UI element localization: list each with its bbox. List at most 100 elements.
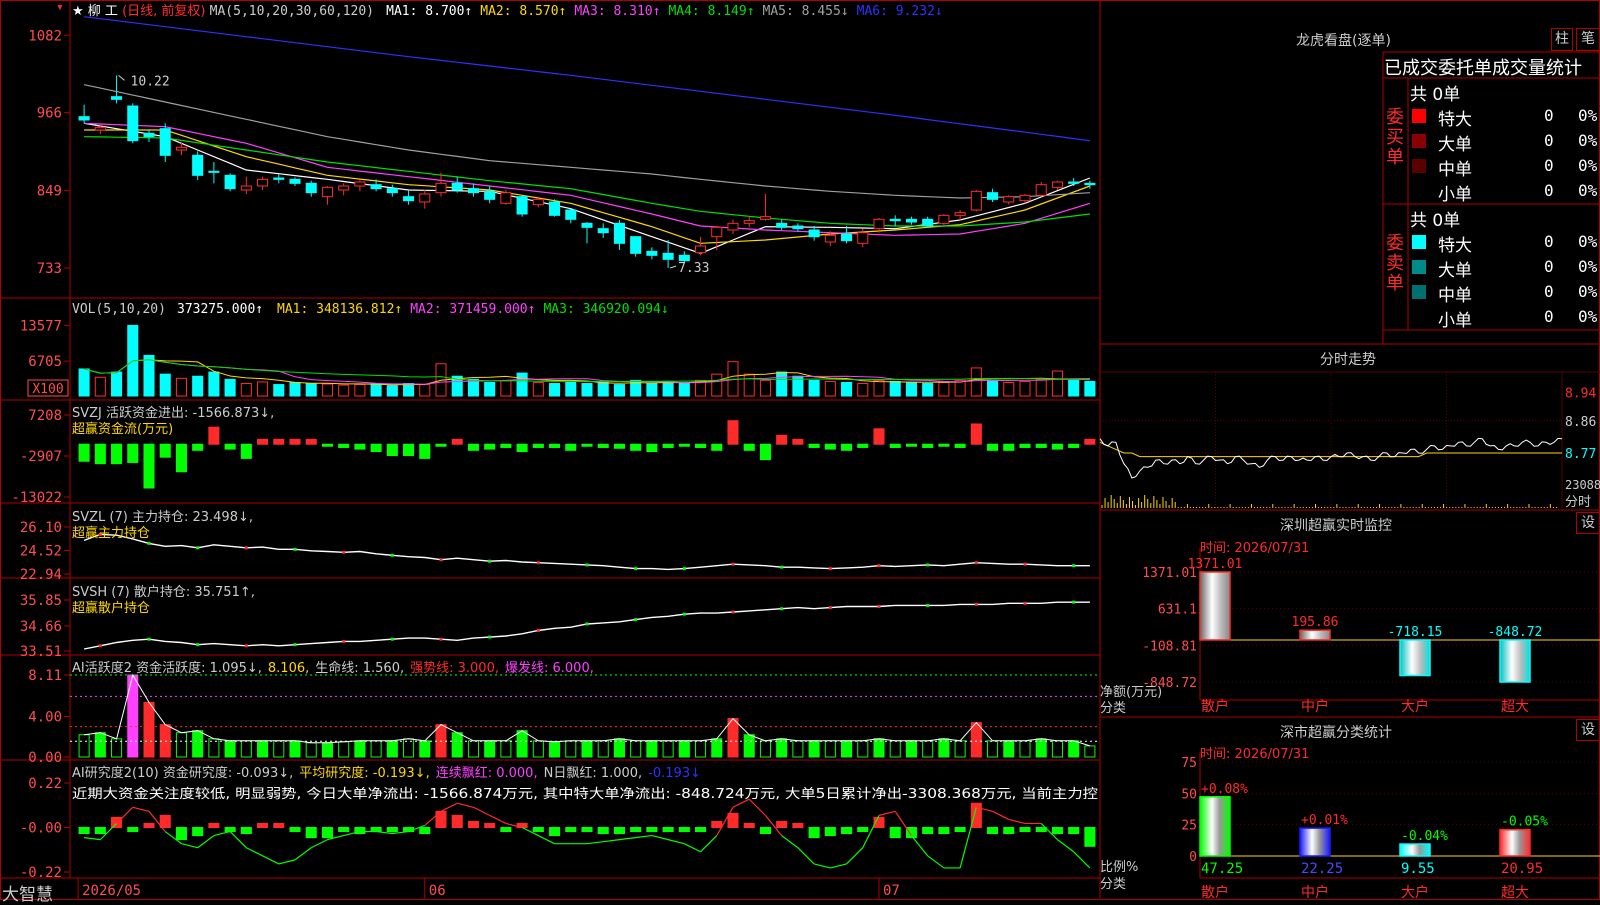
bar-mode-button[interactable]: 柱: [1551, 28, 1573, 51]
activity-bar: [646, 740, 658, 758]
research-line-seg: [213, 830, 231, 837]
volume-bar: [597, 381, 609, 397]
research-bar: [175, 827, 187, 841]
candle-up: [970, 190, 982, 211]
fundflow-bar: [338, 443, 350, 448]
research-bar: [597, 827, 609, 835]
classify-value-label: 20.95: [1501, 861, 1543, 877]
fundflow-axis-tick: -13022: [11, 490, 62, 506]
activity-bar: [581, 740, 593, 758]
retail-holding-dot: [926, 603, 930, 607]
candle-up: [954, 212, 966, 216]
research-bar: [532, 827, 544, 833]
activity-bar: [970, 722, 982, 758]
main-holding-dot: [488, 559, 492, 563]
research-bar: [549, 827, 561, 837]
research-bar: [467, 820, 479, 829]
research-bar: [338, 827, 350, 833]
research-bar: [419, 827, 431, 835]
buy-order-name: 大单: [1438, 135, 1472, 155]
fundflow-bar: [435, 443, 447, 447]
volume-bar: [711, 373, 723, 397]
retail-holding-dot: [828, 606, 832, 610]
candle-up: [711, 226, 723, 238]
research-bar: [759, 827, 771, 835]
candle-down: [549, 201, 561, 216]
activity-bar: [240, 740, 252, 758]
research-line-seg: [910, 835, 929, 857]
activity-bar: [743, 734, 755, 758]
research-title-item: 连续飘红: 0.000,: [436, 765, 538, 781]
candle-down: [208, 170, 220, 173]
main-holding-dot: [877, 564, 881, 568]
research-bar: [94, 827, 106, 835]
volume-bar: [857, 383, 869, 397]
activity-axis-tick: 0.00: [28, 750, 62, 766]
fundflow-bar: [905, 443, 917, 447]
main-holding-dot: [731, 562, 735, 566]
volume-bar: [1084, 380, 1096, 397]
fundflow-bar: [646, 443, 658, 453]
retail-holding-dot: [585, 622, 589, 626]
classify-bar-2: [1399, 843, 1431, 857]
activity-bar: [94, 732, 106, 758]
research-bar: [841, 827, 853, 835]
main-holding-dot: [974, 561, 978, 565]
buy-order-name: 中单: [1438, 160, 1472, 180]
fundflow-bar: [1051, 443, 1063, 450]
activity-bar: [987, 740, 999, 758]
candle-down: [922, 218, 934, 227]
fundflow-bar: [159, 443, 171, 458]
volume-bar: [289, 381, 301, 397]
candle-down: [192, 154, 204, 176]
classify-category-label: 中户: [1301, 884, 1329, 900]
volume-bar: [338, 384, 350, 397]
fenshi-volume-tick: 23088: [1565, 478, 1600, 492]
volume-bar: [759, 379, 771, 397]
candle-down: [78, 116, 90, 121]
fundflow-bar: [224, 443, 236, 450]
star-icon[interactable]: ★: [72, 4, 84, 19]
research-line-seg: [846, 847, 864, 865]
period-label[interactable]: (日线, 前复权): [122, 4, 205, 19]
activity-bar: [484, 740, 496, 758]
volume-ma-values-item: MA3: 346920.094↓: [543, 302, 668, 317]
activity-bar: [922, 740, 934, 758]
research-axis-tick: 0.22: [28, 776, 62, 792]
activity-axis-tick: 8.11: [28, 668, 62, 684]
volume-bar: [922, 383, 934, 397]
classify-settings-button[interactable]: 设: [1576, 719, 1600, 741]
retail-holding-axis-tick: 33.51: [20, 644, 62, 660]
ma-value-2: MA2: 8.570↑: [480, 4, 567, 19]
research-bar: [484, 822, 496, 828]
candle-up: [1051, 181, 1063, 188]
research-bar: [305, 827, 317, 839]
research-line-seg: [586, 841, 604, 845]
stock-chart-canvas[interactable]: 1082 966 849 733 10.22 7.33 13577 6705 X100 7208 -…: [0, 0, 1600, 900]
candle-down: [581, 222, 593, 228]
activity-bar: [467, 740, 479, 758]
activity-bar: [662, 740, 674, 758]
monitor-settings-button[interactable]: 设: [1576, 512, 1600, 534]
fundflow-bar: [841, 443, 853, 451]
candle-down: [662, 252, 674, 260]
retail-holding-dot: [682, 612, 686, 616]
candle-up: [759, 216, 771, 220]
retail-holding-dot: [1072, 600, 1076, 604]
monitor-bar-1: [1299, 629, 1331, 641]
fundflow-bar: [532, 443, 544, 448]
fundflow-title: SVZJ 活跃资金进出: -1566.873↓,: [72, 405, 274, 421]
retail-holding-dot: [634, 618, 638, 622]
sell-order-name: 中单: [1438, 286, 1472, 306]
sell-order-pct: 0%: [1578, 282, 1598, 301]
volume-bar: [386, 385, 398, 397]
activity-bar: [1084, 745, 1096, 758]
classify-change-label: -0.04%: [1401, 829, 1448, 844]
fundflow-bar: [321, 443, 333, 447]
volume-bar: [873, 379, 885, 397]
sell-order-color-swatch: [1412, 260, 1426, 274]
volume-bar: [889, 380, 901, 397]
tick-mode-button[interactable]: 笔: [1576, 28, 1600, 51]
main-holding-dot: [390, 553, 394, 557]
retail-holding-dot: [731, 610, 735, 614]
